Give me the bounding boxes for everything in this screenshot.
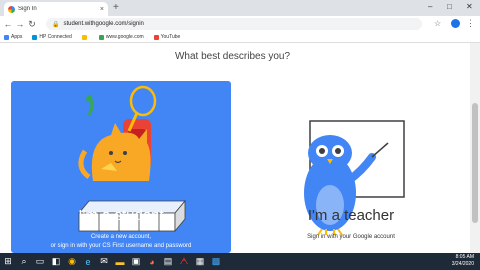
lock-icon: 🔒 xyxy=(52,21,60,28)
student-card-subtitle-2: or sign in with your CS First username a… xyxy=(50,243,192,249)
task-view-icon[interactable]: ▭ xyxy=(32,253,48,270)
folder-icon[interactable]: ▬ xyxy=(112,253,128,270)
bookmark-star-icon[interactable]: ☆ xyxy=(434,19,441,28)
bookmark-hp-connected[interactable]: HP Connected xyxy=(32,34,72,40)
bookmark-youtube[interactable]: YouTube xyxy=(153,34,181,40)
forward-button[interactable]: → xyxy=(14,19,26,29)
app-icon[interactable]: ▦ xyxy=(192,253,208,270)
app2-icon[interactable]: ▩ xyxy=(208,253,224,270)
edge-icon[interactable]: e xyxy=(80,253,96,270)
mail-icon[interactable]: ✉ xyxy=(96,253,112,270)
clock-date: 3/24/2020 xyxy=(451,261,474,267)
page-scrollbar[interactable] xyxy=(470,43,480,253)
teacher-card[interactable]: I'm a teacher Sign in with your Google a… xyxy=(238,81,464,253)
teacher-card-title: I'm a teacher xyxy=(307,207,395,224)
page-content: What best describes you? I'm a student C… xyxy=(0,43,480,253)
clock-time: 8:05 AM xyxy=(455,254,474,260)
student-card[interactable]: I'm a student Create a new account, or s… xyxy=(11,81,231,253)
back-button[interactable]: ← xyxy=(2,19,14,29)
bookmark-apps[interactable]: Apps xyxy=(4,34,22,40)
scrollbar-thumb[interactable] xyxy=(472,103,478,223)
youtube-icon xyxy=(153,34,159,40)
bookmark-label: Apps xyxy=(11,34,23,40)
windows-icon[interactable]: ⊞ xyxy=(0,253,16,270)
address-bar[interactable]: 🔒 student.withgoogle.com/signin xyxy=(46,18,422,30)
pinned-icon[interactable]: ▤ xyxy=(160,253,176,270)
bookmark-google[interactable]: www.google.com xyxy=(98,34,144,40)
minimize-button[interactable]: – xyxy=(428,2,432,12)
google-favicon-icon xyxy=(8,5,15,13)
profile-avatar[interactable] xyxy=(451,19,460,28)
browser-tab[interactable]: Sign In × xyxy=(4,2,108,16)
photos-icon[interactable]: ▣ xyxy=(128,253,144,270)
apps-icon xyxy=(4,34,9,40)
bookmarks-bar: Apps HP Connected www.google.com YouTube xyxy=(0,32,480,43)
teacher-card-subtitle: Sign in with your Google account xyxy=(307,234,395,240)
teacher-illustration xyxy=(304,120,405,236)
google-icon xyxy=(98,34,104,40)
browser-menu-icon[interactable]: ⋮ xyxy=(466,18,475,29)
reload-button[interactable]: ↻ xyxy=(26,19,38,30)
close-window-button[interactable]: ✕ xyxy=(466,2,473,12)
acrobat-icon[interactable]: ᗅ xyxy=(176,253,192,270)
page-heading: What best describes you? xyxy=(174,51,291,62)
tab-title: Sign In xyxy=(18,6,37,12)
chrome-icon[interactable]: ◉ xyxy=(64,253,80,270)
new-tab-button[interactable]: + xyxy=(113,2,119,14)
store-icon[interactable]: ◧ xyxy=(48,253,64,270)
browser-toolbar: ← → ↻ 🔒 student.withgoogle.com/signin xyxy=(0,16,480,32)
firefox-icon[interactable]: ◕ xyxy=(144,253,160,270)
tab-close-icon[interactable]: × xyxy=(100,6,104,13)
bookmark-folder[interactable] xyxy=(81,34,89,40)
hp-icon xyxy=(32,34,38,40)
bookmark-label: www.google.com xyxy=(105,34,144,40)
taskbar-clock[interactable]: 8:05 AM 3/24/2020 xyxy=(452,254,474,268)
student-card-title: I'm a student xyxy=(78,207,164,224)
search-icon[interactable]: ⌕ xyxy=(16,253,32,270)
tab-strip: Sign In × + – □ ✕ xyxy=(0,0,480,16)
windows-taskbar: ⊞ ⌕ ▭ ◧ ◉ e ✉ ▬ ▣ ◕ ▤ ᗅ ▦ ▩ 8:05 AM 3/24… xyxy=(0,253,480,270)
student-card-subtitle-1: Create a new account, xyxy=(90,234,152,240)
bookmark-label: YouTube xyxy=(160,34,181,40)
student-illustration xyxy=(78,85,186,233)
address-url[interactable]: student.withgoogle.com/signin xyxy=(63,21,143,27)
folder-icon xyxy=(81,34,87,40)
bookmark-label: HP Connected xyxy=(39,34,72,40)
maximize-button[interactable]: □ xyxy=(447,2,452,12)
